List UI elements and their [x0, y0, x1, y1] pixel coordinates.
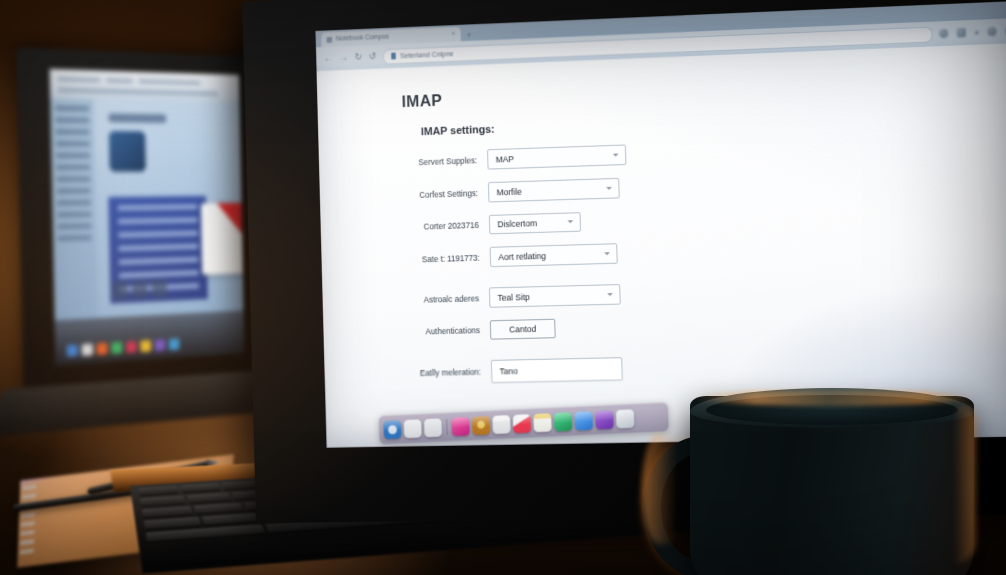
chevron-down-icon — [607, 292, 613, 296]
background-laptop — [0, 47, 297, 438]
dock-item-finder-light[interactable] — [615, 408, 635, 429]
field-value: Dislcertom — [497, 218, 538, 230]
dock-item-notes[interactable] — [533, 412, 552, 432]
forward-icon[interactable]: → — [339, 53, 348, 64]
chevron-down-icon — [612, 153, 619, 157]
field-value: MAP — [495, 153, 515, 165]
photo-scene: Notebook Compos × + ← → ↻ ↺ Seterland Cn… — [0, 0, 1006, 575]
page-title: IMAP — [401, 91, 443, 111]
url-text: Seterland Cnlpne — [400, 49, 454, 61]
field-value: Tano — [499, 366, 518, 377]
home-icon[interactable]: ↺ — [369, 51, 377, 62]
form-row-eatlly-meleration: Eatlly meleration: Tano — [403, 348, 1006, 385]
back-icon[interactable]: ← — [323, 53, 332, 64]
dock-item-music[interactable] — [512, 413, 532, 433]
field-value: Teal Sitp — [497, 291, 530, 303]
button-label: Cantod — [509, 324, 537, 335]
form-row-corter: Corter 2023716 Dislcertom — [399, 198, 1006, 237]
form-row-authentications: Authentications Cantod — [402, 307, 1006, 342]
chevron-down-icon — [604, 251, 610, 255]
authentications-button[interactable]: Cantod — [489, 318, 556, 340]
form-row-sate: Sate t: 1191773: Aort retlating — [400, 231, 1006, 269]
background-browser-toolbar — [49, 68, 240, 103]
browser-window: Notebook Compos × + ← → ↻ ↺ Seterland Cn… — [315, 0, 1006, 448]
dock-item-photos[interactable] — [451, 416, 470, 436]
background-sidebar — [50, 98, 98, 321]
dock-item-podcasts-orange[interactable] — [471, 415, 491, 435]
mug-handle-highlight — [642, 434, 676, 544]
field-label: Corter 2023716 — [423, 220, 480, 232]
mug-edge-highlight — [954, 404, 976, 564]
new-tab-button[interactable]: + — [462, 28, 475, 41]
field-label: Astroalc aderes — [423, 293, 480, 305]
field-label: Authentications — [425, 325, 480, 337]
corfest-settings-dropdown[interactable]: Morfile — [487, 177, 620, 203]
reload-icon[interactable]: ↻ — [354, 52, 362, 63]
form-row-corfest-settings: Corfest Settings: Morfile — [398, 164, 1006, 205]
download-icon[interactable] — [939, 28, 949, 39]
dot-icon[interactable] — [974, 30, 979, 35]
dock-item-podcasts-purple[interactable] — [595, 409, 614, 430]
section-heading: IMAP settings: — [420, 123, 495, 139]
server-supplies-dropdown[interactable]: MAP — [487, 144, 627, 170]
astroalc-address-dropdown[interactable]: Teal Sitp — [488, 284, 621, 308]
coffee-mug — [642, 388, 976, 575]
dock-item-app-white-1[interactable] — [403, 418, 422, 438]
field-label: Corfest Settings: — [419, 187, 479, 200]
form-row-server-supplies: Servert Supples: MAP — [397, 130, 1006, 172]
corter-dropdown[interactable]: Dislcertom — [488, 212, 581, 235]
field-label: Sate t: 1191773: — [421, 252, 480, 264]
profile-icon[interactable] — [987, 26, 997, 37]
dock-item-calendar[interactable] — [492, 414, 511, 434]
sate-dropdown[interactable]: Aort retlating — [489, 243, 618, 268]
chevron-down-icon — [606, 186, 612, 190]
dock-item-safari[interactable] — [383, 419, 402, 439]
form-row-astroalc-address: Astroalc aderes Teal Sitp — [401, 273, 1006, 310]
dock-item-facetime[interactable] — [553, 411, 573, 431]
lock-icon — [390, 52, 396, 60]
page-content: IMAP IMAP settings: Servert Supples: MAP… — [316, 42, 1006, 448]
imap-settings-form: Servert Supples: MAP Corfest Settings: M… — [397, 130, 1006, 385]
tab-title: Notebook Compos — [335, 33, 389, 43]
envelope-graphic — [200, 202, 245, 275]
field-value: Aort retlating — [498, 250, 547, 262]
dock-item-app-white-2[interactable] — [423, 417, 443, 437]
background-page-body — [93, 100, 245, 318]
eatlly-meleration-input[interactable]: Tano — [490, 357, 623, 384]
field-value: Morfile — [496, 186, 522, 197]
toolbar-icon-group — [939, 26, 1006, 39]
extensions-icon[interactable] — [956, 28, 966, 38]
page-favicon-icon — [326, 36, 333, 43]
dock-item-mail[interactable] — [574, 410, 593, 430]
mug-rim-highlight — [694, 390, 974, 406]
chevron-down-icon — [567, 220, 574, 224]
dock-separator — [446, 418, 448, 435]
field-label: Servert Supples: — [418, 154, 478, 167]
background-laptop-screen — [49, 68, 245, 366]
field-label: Eatlly meleration: — [419, 366, 482, 378]
close-icon[interactable]: × — [451, 31, 455, 38]
